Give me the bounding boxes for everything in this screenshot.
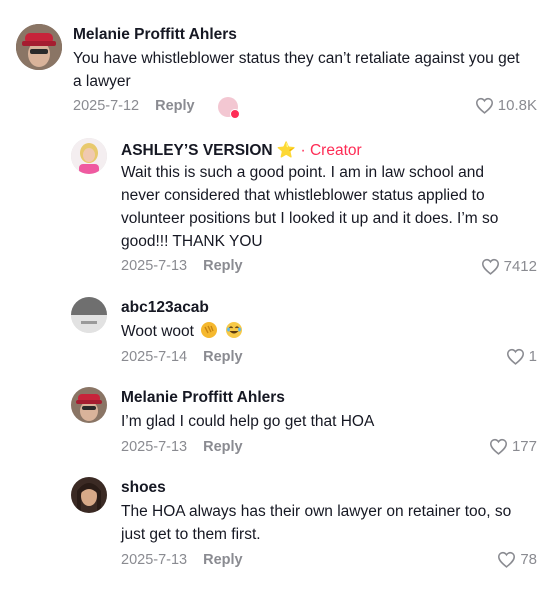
comment-author[interactable]: abc123acab <box>121 299 209 317</box>
comment-meta: 2025-7-12 Reply <box>73 98 195 114</box>
creator-badge: · Creator <box>300 142 362 159</box>
avatar-image <box>71 297 107 333</box>
like-count: 177 <box>511 438 537 455</box>
heart-outline-icon <box>481 258 499 275</box>
comment-text: Wait this is such a good point. I am in … <box>121 164 499 250</box>
laughing-emoji <box>225 322 242 338</box>
like-count: 78 <box>520 551 537 568</box>
comment-meta: 2025-7-13 Reply <box>121 439 243 455</box>
like-button[interactable]: 78 <box>497 551 537 568</box>
avatar[interactable] <box>71 138 107 174</box>
heart-outline-icon <box>506 348 524 365</box>
reply-button[interactable]: Reply <box>203 552 243 568</box>
comment-author[interactable]: shoes <box>121 479 166 497</box>
like-count: 1 <box>528 348 537 365</box>
heart-outline-icon <box>475 97 493 114</box>
comment-text: You have whistleblower status they can’t… <box>73 50 520 90</box>
comment-text: Woot woot <box>121 320 526 343</box>
like-button[interactable]: 7412 <box>481 258 537 275</box>
comment-author[interactable]: ASHLEY’S VERSION ⭐ · Creator <box>121 141 362 160</box>
avatar-image <box>16 24 62 70</box>
reply-button[interactable]: Reply <box>203 349 243 365</box>
heart-outline-icon <box>489 438 507 455</box>
comment-date: 2025-7-13 <box>121 258 188 274</box>
comment-date: 2025-7-13 <box>121 439 188 455</box>
like-button[interactable]: 177 <box>489 438 537 455</box>
heart-outline-icon <box>498 551 516 568</box>
reply-button[interactable]: Reply <box>203 439 243 455</box>
avatar[interactable] <box>16 24 62 70</box>
comment-text: The HOA always has their own lawyer on r… <box>121 503 512 543</box>
like-button[interactable]: 1 <box>506 348 537 365</box>
clapping-hands-emoji <box>201 322 218 338</box>
comment-meta: 2025-7-13 Reply <box>121 258 243 274</box>
comment-date: 2025-7-12 <box>73 98 140 114</box>
reply-button[interactable]: Reply <box>155 98 195 114</box>
sticker-badge-icon <box>230 109 240 119</box>
comment-meta: 2025-7-14 Reply <box>121 349 243 365</box>
reply-avatar-sticker[interactable] <box>218 97 240 119</box>
comment-author[interactable]: Melanie Proffitt Ahlers <box>73 26 237 44</box>
like-button[interactable]: 10.8K <box>475 97 537 114</box>
avatar-image <box>71 477 107 513</box>
comment-date: 2025-7-14 <box>121 349 188 365</box>
avatar[interactable] <box>71 297 107 333</box>
avatar[interactable] <box>71 477 107 513</box>
like-count: 7412 <box>503 258 537 275</box>
comment-text: I’m glad I could help go get that HOA <box>121 413 375 430</box>
avatar[interactable] <box>71 387 107 423</box>
like-count: 10.8K <box>497 97 537 114</box>
comment-meta: 2025-7-13 Reply <box>121 552 243 568</box>
reply-button[interactable]: Reply <box>203 258 243 274</box>
comment-author[interactable]: Melanie Proffitt Ahlers <box>121 389 285 407</box>
avatar-image <box>71 387 107 423</box>
comment-date: 2025-7-13 <box>121 552 188 568</box>
avatar-image <box>71 138 107 174</box>
